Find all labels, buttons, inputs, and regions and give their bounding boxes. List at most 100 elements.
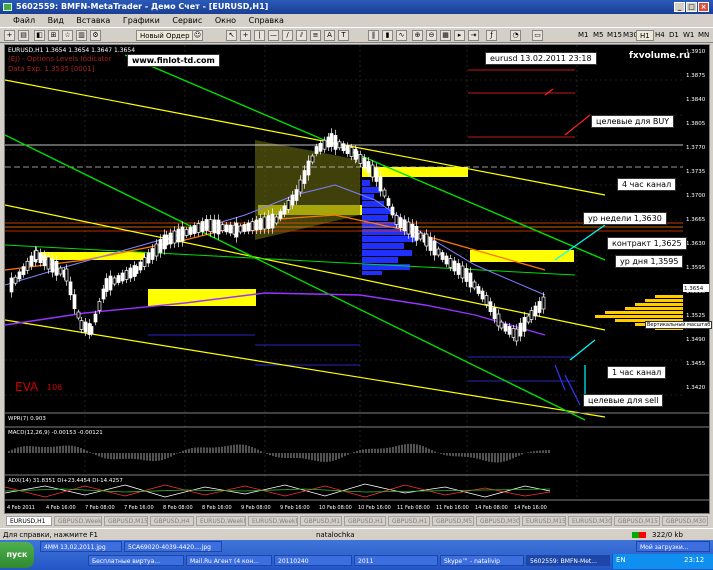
menu-view[interactable]: Вид [43,14,69,27]
candle-body [428,237,433,251]
cursor-icon[interactable]: ↖ [226,30,237,41]
menu-window[interactable]: Окно [210,14,241,27]
taskbar-item[interactable]: 2011 [354,555,438,566]
candle-body [17,271,22,280]
menu-insert[interactable]: Вставка [71,14,115,27]
taskbar-item[interactable]: Mail.Ru Агент (4 кон... [186,555,272,566]
fibo-icon[interactable]: ≡ [310,30,321,41]
candle-body [38,252,43,264]
candle-body [507,325,512,335]
candle-body [518,322,523,337]
chart-tab[interactable]: EURUSD,M30 [568,516,612,526]
taskbar-item[interactable]: 5CA69020-4039-4420....jpg [124,541,222,552]
taskbar-item[interactable]: Skype™ - natalivip [440,555,524,566]
candle-body [134,266,139,274]
taskbar-item[interactable]: Мой загрузки... [636,541,710,552]
taskbar-item[interactable]: 5602559: BMFN-Met... [526,555,610,566]
connection-icon [632,532,646,538]
time-tick: 4 Feb 2011 [7,505,35,511]
candle-body [326,136,331,148]
maximize-button[interactable]: □ [686,2,697,12]
chart-tab[interactable]: GBPUSD,H4 [150,516,194,526]
chart-tab[interactable]: EURUSD,M15 [522,516,566,526]
chart-tab[interactable]: GBPUSD,M30 [662,516,708,526]
taskbar-item[interactable]: 4MM 13,02,2011.jpg [40,541,122,552]
candle-body [345,145,350,154]
chart-tab[interactable]: EURUSD,Weekly [196,516,246,526]
chart-tab[interactable]: GBPUSD,M30 [476,516,520,526]
chart-tab[interactable]: GBPUSD,M5 [432,516,474,526]
channel-icon[interactable]: ⫽ [296,30,307,41]
taskbar-item[interactable]: Бесплатные виртуа... [88,555,184,566]
minimize-button[interactable]: _ [674,2,685,12]
expert-advisors-icon[interactable]: ☺ [192,30,203,41]
menu-help[interactable]: Справка [244,14,289,27]
candle-chart-icon[interactable]: ▮ [382,30,393,41]
symbol-info: EURUSD,H1 1.3654 1.3654 1.3647 1.3654 [8,47,135,54]
candle-body [464,268,469,282]
chart-tab[interactable]: GBPUSD,M15 [614,516,660,526]
new-order-button[interactable]: Новый Ордер [136,30,194,41]
bar-chart-icon[interactable]: ‖ [368,30,379,41]
menu-file[interactable]: Файл [8,14,40,27]
candle-body [480,290,485,300]
zoom-out-icon[interactable]: ⊖ [426,30,437,41]
chart-window[interactable]: EURUSD,H1 1.3654 1.3654 1.3647 1.3654 (E… [4,44,713,514]
chart-tab[interactable]: GBPUSD,Weekly [54,516,102,526]
horizontal-line-icon[interactable]: — [268,30,279,41]
chart-tab[interactable]: GBPUSD,H1 [388,516,430,526]
candle-body [164,234,169,246]
label-icon[interactable]: T [338,30,349,41]
chart-tab[interactable]: GBPUSD,H1 [344,516,386,526]
navigator-icon[interactable]: ☆ [62,30,73,41]
text-icon[interactable]: A [324,30,335,41]
candle-body [402,219,407,232]
close-button[interactable]: × [698,2,709,12]
candle-body [358,154,363,164]
zoom-in-icon[interactable]: ⊕ [412,30,423,41]
vertical-line-icon[interactable]: | [254,30,265,41]
candle-body [278,211,283,219]
tf-mn[interactable]: MN [695,30,712,41]
candle-body [306,160,311,176]
start-button[interactable]: пуск [0,542,34,568]
periods-icon[interactable]: ◔ [510,30,521,41]
candle-body [390,206,395,216]
new-chart-icon[interactable]: + [4,30,15,41]
price-tick: 1.3490 [686,337,706,343]
candle-body [370,164,375,178]
menu-charts[interactable]: Графики [118,14,165,27]
ema-label: EVA [15,380,39,394]
candle-body [499,321,504,329]
trendline-icon[interactable]: / [282,30,293,41]
candle-body [258,218,263,230]
taskbar-item[interactable]: 20110240 [274,555,352,566]
macd-label: MACD(12,26,9) -0.00153 -0.00121 [8,430,103,436]
chart-shift-icon[interactable]: ⇥ [468,30,479,41]
chart-tab[interactable]: EURUSD,Weekly [248,516,298,526]
tile-windows-icon[interactable]: ▦ [440,30,451,41]
terminal-icon[interactable]: ▥ [76,30,87,41]
candle-body [484,295,489,305]
candle-body [286,200,291,210]
chart-tab[interactable]: EURUSD,H1 [6,516,52,526]
data-window-icon[interactable]: ⊞ [48,30,59,41]
strategy-tester-icon[interactable]: ⚙ [90,30,101,41]
indicators-icon[interactable]: ƒ [486,30,497,41]
ema-value: 106 [47,383,62,392]
market-watch-icon[interactable]: ◧ [34,30,45,41]
chart-tab[interactable]: GBPUSD,M1 [300,516,342,526]
time-tick: 10 Feb 08:00 [319,505,352,511]
templates-icon[interactable]: ▭ [532,30,543,41]
chart-tab[interactable]: GBPUSD,M15 [104,516,148,526]
language-indicator[interactable]: EN [616,556,626,564]
profiles-icon[interactable]: ▤ [18,30,29,41]
crosshair-icon[interactable]: + [240,30,251,41]
candle-body [101,288,106,300]
candle-body [298,179,303,193]
line-chart-icon[interactable]: ∿ [396,30,407,41]
candle-body [314,146,319,154]
window-title-bar: 5602559: BMFN-MetaTrader - Демо Счет - [… [0,0,713,14]
autoscroll-icon[interactable]: ▸ [454,30,465,41]
menu-tools[interactable]: Сервис [167,14,207,27]
